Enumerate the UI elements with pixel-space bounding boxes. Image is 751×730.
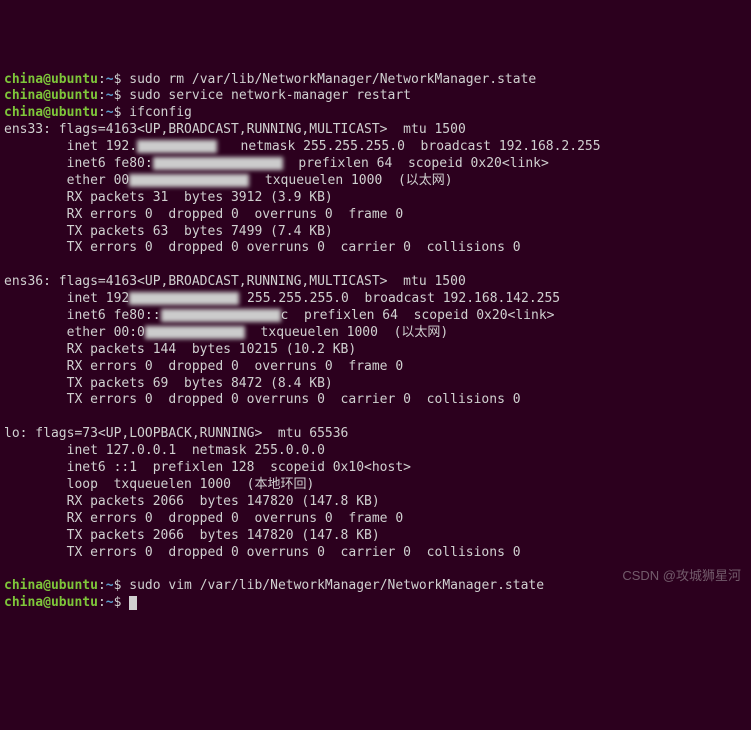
censored-icon	[129, 292, 239, 305]
lo-header: lo: flags=73<UP,LOOPBACK,RUNNING> mtu 65…	[4, 426, 348, 441]
lo-inet: inet 127.0.0.1 netmask 255.0.0.0	[4, 443, 325, 458]
ens36-txe: TX errors 0 dropped 0 overruns 0 carrier…	[4, 392, 521, 407]
lo-inet6: inet6 ::1 prefixlen 128 scopeid 0x10<hos…	[4, 460, 411, 475]
prompt-path: ~	[106, 72, 114, 87]
ens36-ether-a: ether 00:0	[4, 325, 145, 340]
prompt-colon: :	[98, 595, 106, 610]
cursor-icon[interactable]	[129, 596, 137, 610]
ens36-txp: TX packets 69 bytes 8472 (8.4 KB)	[4, 376, 333, 391]
prompt-sep: $	[114, 105, 122, 120]
prompt-at: @	[43, 105, 51, 120]
prompt-user: china	[4, 105, 43, 120]
censored-icon	[145, 326, 245, 339]
ens33-inet6-a: inet6 fe80:	[4, 156, 153, 171]
prompt-host: ubuntu	[51, 595, 98, 610]
lo-loop: loop txqueuelen 1000 (本地环回)	[4, 477, 314, 492]
lo-txp: TX packets 2066 bytes 147820 (147.8 KB)	[4, 528, 380, 543]
censored-icon	[129, 174, 249, 187]
ens36-inet-a: inet 192	[4, 291, 129, 306]
prompt-at: @	[43, 578, 51, 593]
prompt-user: china	[4, 595, 43, 610]
prompt-user: china	[4, 578, 43, 593]
prompt-path: ~	[106, 105, 114, 120]
command-4: sudo vim /var/lib/NetworkManager/Network…	[129, 578, 544, 593]
lo-rxp: RX packets 2066 bytes 147820 (147.8 KB)	[4, 494, 380, 509]
ens33-inet6-b: prefixlen 64 scopeid 0x20<link>	[283, 156, 549, 171]
prompt-at: @	[43, 595, 51, 610]
command-1: sudo rm /var/lib/NetworkManager/NetworkM…	[129, 72, 536, 87]
prompt-sep: $	[114, 595, 122, 610]
ens33-ether-b: txqueuelen 1000 (以太网)	[249, 173, 452, 188]
censored-icon	[137, 140, 217, 153]
lo-rxe: RX errors 0 dropped 0 overruns 0 frame 0	[4, 511, 403, 526]
prompt-host: ubuntu	[51, 72, 98, 87]
ens36-rxp: RX packets 144 bytes 10215 (10.2 KB)	[4, 342, 356, 357]
prompt-colon: :	[98, 105, 106, 120]
ens36-ether-b: txqueuelen 1000 (以太网)	[245, 325, 448, 340]
ens36-inet6-b: c prefixlen 64 scopeid 0x20<link>	[281, 308, 555, 323]
prompt-colon: :	[98, 72, 106, 87]
prompt-user: china	[4, 88, 43, 103]
prompt-path: ~	[106, 578, 114, 593]
censored-icon	[153, 157, 283, 170]
command-2: sudo service network-manager restart	[129, 88, 411, 103]
prompt-at: @	[43, 88, 51, 103]
ens36-rxe: RX errors 0 dropped 0 overruns 0 frame 0	[4, 359, 403, 374]
prompt-sep: $	[114, 72, 122, 87]
ens36-inet-b: 255.255.255.0 broadcast 192.168.142.255	[239, 291, 560, 306]
ens33-rxe: RX errors 0 dropped 0 overruns 0 frame 0	[4, 207, 403, 222]
prompt-host: ubuntu	[51, 105, 98, 120]
prompt-sep: $	[114, 578, 122, 593]
ens33-txe: TX errors 0 dropped 0 overruns 0 carrier…	[4, 240, 521, 255]
ens33-ether-a: ether 00	[4, 173, 129, 188]
ens33-rxp: RX packets 31 bytes 3912 (3.9 KB)	[4, 190, 333, 205]
prompt-host: ubuntu	[51, 578, 98, 593]
terminal[interactable]: china@ubuntu:~$ sudo rm /var/lib/Network…	[4, 72, 747, 613]
ens33-txp: TX packets 63 bytes 7499 (7.4 KB)	[4, 224, 333, 239]
ens36-header: ens36: flags=4163<UP,BROADCAST,RUNNING,M…	[4, 274, 466, 289]
prompt-host: ubuntu	[51, 88, 98, 103]
prompt-colon: :	[98, 578, 106, 593]
prompt-colon: :	[98, 88, 106, 103]
prompt-sep: $	[114, 88, 122, 103]
prompt-path: ~	[106, 88, 114, 103]
command-3: ifconfig	[129, 105, 192, 120]
prompt-at: @	[43, 72, 51, 87]
ens33-inet-a: inet 192.	[4, 139, 137, 154]
lo-txe: TX errors 0 dropped 0 overruns 0 carrier…	[4, 545, 521, 560]
prompt-path: ~	[106, 595, 114, 610]
ens36-inet6-a: inet6 fe80::	[4, 308, 161, 323]
ens33-inet-b: netmask 255.255.255.0 broadcast 192.168.…	[217, 139, 601, 154]
censored-icon	[161, 309, 281, 322]
ens33-header: ens33: flags=4163<UP,BROADCAST,RUNNING,M…	[4, 122, 466, 137]
prompt-user: china	[4, 72, 43, 87]
